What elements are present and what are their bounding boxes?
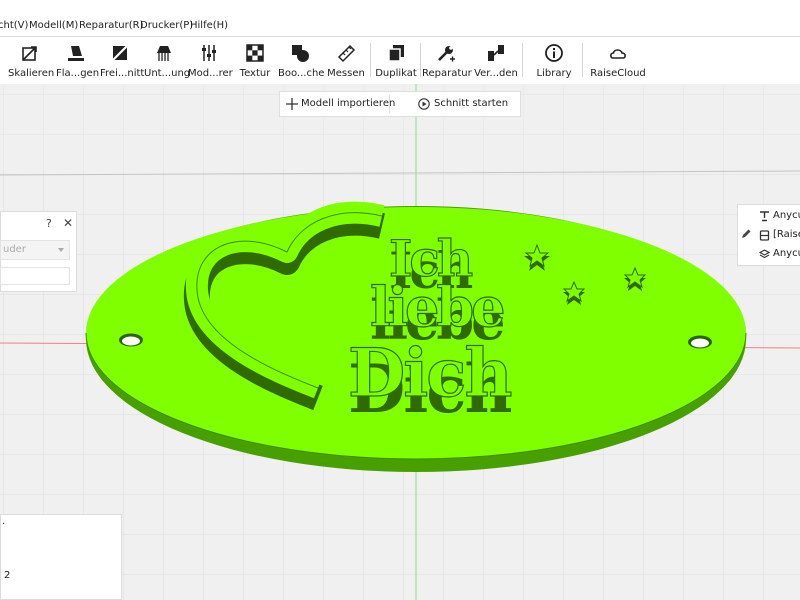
import-model-button[interactable]: Modell importieren <box>280 92 395 116</box>
duplicate-button[interactable]: Duplikat <box>374 37 418 83</box>
modifier-button[interactable]: Mod...rer <box>188 37 233 83</box>
raisecloud-label: RaiseCloud <box>590 68 646 79</box>
menu-repair[interactable]: Reparatur(R) <box>79 20 144 31</box>
support-label: Unt...ung <box>144 68 191 79</box>
toolbar-separator <box>420 43 421 77</box>
start-slicing-button[interactable]: Schnitt starten <box>390 92 520 116</box>
close-button[interactable]: ✕ <box>63 216 73 230</box>
info-panel-mark: . <box>2 516 6 527</box>
menu-view[interactable]: cht(V) <box>0 20 28 31</box>
plus-icon <box>286 98 298 110</box>
play-icon <box>418 98 430 110</box>
object-row-1[interactable]: Anycul <box>773 210 800 221</box>
raisecloud-button[interactable]: RaiseCloud <box>590 37 646 83</box>
texture-label: Textur <box>239 68 271 79</box>
object-row-3[interactable]: Anycul <box>773 248 800 259</box>
chevron-down-icon <box>58 248 64 252</box>
toolbar-separator <box>522 43 523 77</box>
library-label: Library <box>536 68 572 79</box>
support-icon <box>157 46 171 61</box>
library-button[interactable]: Library <box>534 37 574 83</box>
action-bar: Modell importieren Schnitt starten <box>279 91 521 117</box>
lay-flat-button[interactable]: Fla...gen <box>56 37 100 83</box>
texture-button[interactable]: Textur <box>236 37 274 83</box>
duplicate-label: Duplikat <box>375 68 417 79</box>
measure-button[interactable]: Messen <box>326 37 366 83</box>
toolbar-separator <box>582 43 583 77</box>
spool-icon <box>759 230 770 241</box>
menu-printer[interactable]: Drucker(P) <box>140 20 193 31</box>
repair-label: Reparatur <box>422 68 472 79</box>
toolbar-separator <box>370 43 371 77</box>
help-button[interactable]: ? <box>46 217 52 230</box>
edit-icon[interactable] <box>740 228 752 240</box>
connect-icon <box>488 45 504 61</box>
info-panel-value: 2 <box>4 570 11 581</box>
settings-input[interactable] <box>0 267 70 285</box>
menu-help[interactable]: Hilfe(H) <box>190 20 228 31</box>
menu-model[interactable]: Modell(M) <box>29 20 78 31</box>
lay-flat-label: Fla...gen <box>56 68 100 79</box>
layers-icon <box>759 249 770 259</box>
free-cut-button[interactable]: Frei...nitt <box>100 37 145 83</box>
repair-button[interactable]: Reparatur <box>422 37 472 83</box>
measure-label: Messen <box>327 68 365 79</box>
cloud-icon <box>610 49 626 59</box>
settings-select[interactable]: uder <box>0 240 70 260</box>
free-cut-label: Frei...nitt <box>100 68 145 79</box>
copy-icon <box>388 45 404 62</box>
object-row-2[interactable]: [Raise3 <box>773 229 800 240</box>
menu-bar: cht(V) Modell(M) Reparatur(R) Drucker(P)… <box>0 0 800 36</box>
info-icon <box>545 44 563 62</box>
settings-select-value: uder <box>3 244 26 255</box>
modifier-label: Mod...rer <box>188 68 233 79</box>
boolean-icon <box>292 45 309 62</box>
settings-panel: ? ✕ uder <box>0 211 77 292</box>
model-text-line3: Dich <box>348 334 511 412</box>
scale-label: Skalieren <box>8 68 55 79</box>
boolean-button[interactable]: Boo...che <box>278 37 325 83</box>
connect-label: Ver...den <box>474 68 518 79</box>
info-panel: . 2 <box>0 514 122 600</box>
boolean-label: Boo...che <box>278 68 325 79</box>
connect-button[interactable]: Ver...den <box>474 37 518 83</box>
lay-flat-icon <box>68 46 84 61</box>
start-slicing-label: Schnitt starten <box>434 98 509 109</box>
cut-icon <box>111 44 129 62</box>
sliders-icon <box>202 45 216 61</box>
import-model-label: Modell importieren <box>301 98 396 109</box>
toolbar: Skalieren Fla...gen Frei...nitt Unt...un… <box>0 36 800 85</box>
wrench-icon <box>438 46 455 62</box>
scale-button[interactable]: Skalieren <box>8 37 55 83</box>
printer-icon <box>760 211 769 222</box>
scale-icon <box>22 46 37 61</box>
checker-icon <box>246 44 264 62</box>
model-text-line2: liebe <box>370 275 503 339</box>
keychain-model[interactable]: Ich Ich liebe liebe Dich Dich <box>85 201 747 472</box>
ruler-icon <box>337 44 356 63</box>
support-button[interactable]: Unt...ung <box>144 37 191 83</box>
